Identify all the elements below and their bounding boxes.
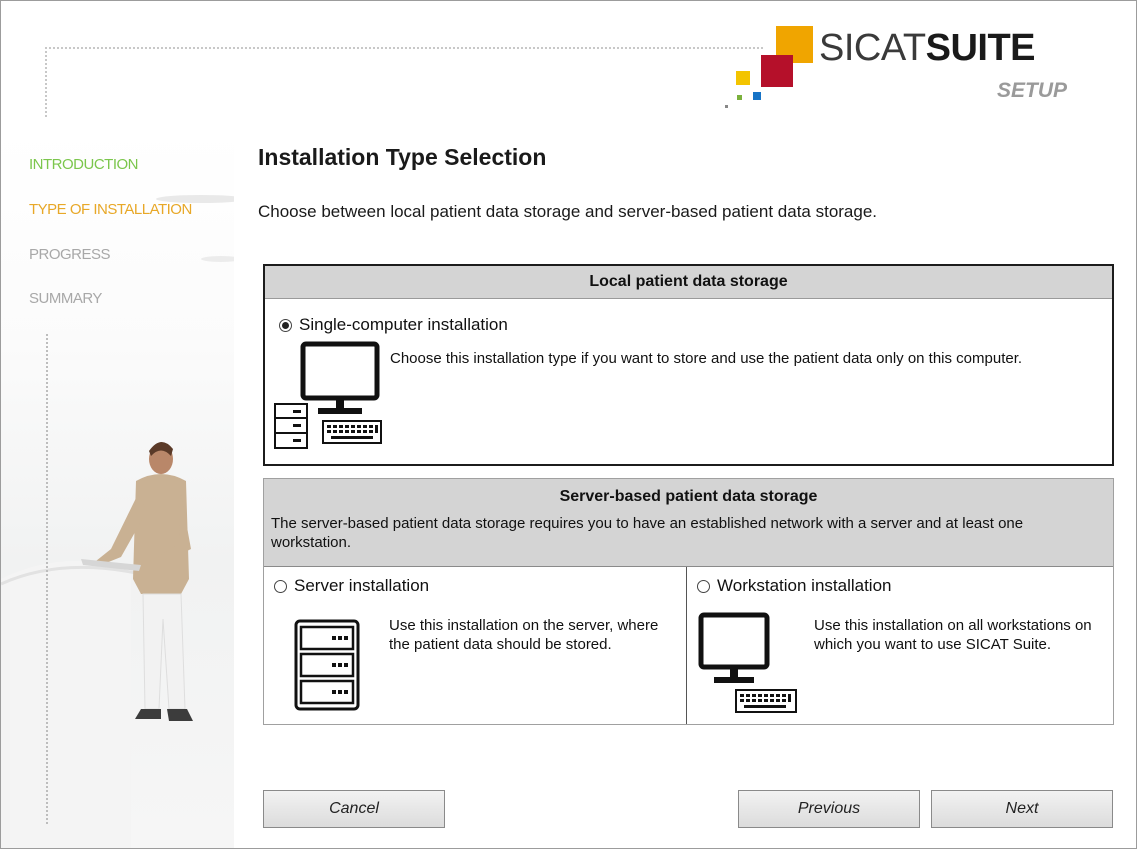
sidebar-item-summary: SUMMARY [29,290,102,307]
previous-button[interactable]: Previous [738,790,920,828]
sidebar: INTRODUCTION TYPE OF INSTALLATION PROGRE… [1,129,234,848]
server-based-header-area: Server-based patient data storage The se… [264,479,1113,567]
single-computer-label: Single-computer installation [299,315,508,334]
logo-square-red [761,55,793,87]
local-storage-panel: Local patient data storage Single-comput… [263,264,1114,466]
logo-setup-label: SETUP [997,79,1068,102]
column-divider [686,567,687,724]
sidebar-item-progress: PROGRESS [29,246,111,263]
header-dotted-line [45,47,763,49]
server-rack-icon [294,619,360,711]
single-computer-option[interactable]: Single-computer installation [279,315,508,335]
single-computer-radio[interactable] [279,318,292,332]
logo-square-blue [753,92,761,100]
sidebar-background-photo [1,195,234,848]
logo-square-yellow [736,71,750,85]
server-installation-description: Use this installation on the server, whe… [389,617,659,653]
server-based-header: Server-based patient data storage [559,488,818,505]
server-installation-label: Server installation [294,576,430,595]
workstation-installation-option[interactable]: Workstation installation [697,576,892,596]
sidebar-item-type-of-installation: TYPE OF INSTALLATION [29,201,192,218]
logo-square-gray [725,105,728,108]
logo-square-green [737,95,742,100]
logo-brand: SICATSUITE [819,27,1036,69]
sidebar-dotted-line [46,334,48,824]
workstation-installation-label: Workstation installation [717,576,892,595]
local-storage-header: Local patient data storage [265,266,1112,299]
workstation-installation-description: Use this installation on all workstation… [814,617,1092,653]
page-title: Installation Type Selection [258,144,547,170]
page-subtitle: Choose between local patient data storag… [258,202,878,221]
server-installation-option[interactable]: Server installation [274,576,429,596]
workstation-installation-radio[interactable] [697,579,710,593]
header-dotted-line-vertical [45,47,47,117]
single-computer-description: Choose this installation type if you wan… [390,350,1023,367]
workstation-icon [698,612,797,713]
server-installation-radio[interactable] [274,579,287,593]
sidebar-item-introduction: INTRODUCTION [29,156,139,173]
computer-with-server-icon [274,341,382,449]
server-based-description: The server-based patient data storage re… [271,515,1024,551]
setup-window: SICATSUITE SETUP INTRODUCTION TYPE OF IN… [0,0,1137,849]
cancel-button[interactable]: Cancel [263,790,445,828]
next-button[interactable]: Next [931,790,1113,828]
server-based-storage-panel: Server-based patient data storage The se… [263,478,1114,725]
